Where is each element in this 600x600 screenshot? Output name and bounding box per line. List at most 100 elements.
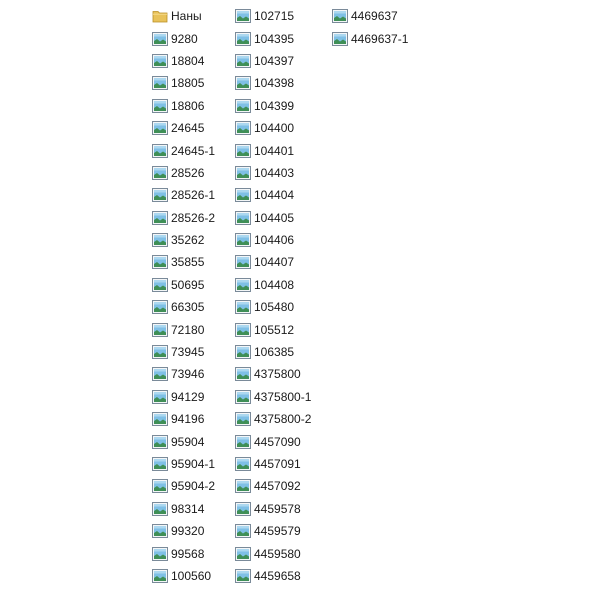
file-item[interactable]: 95904-2: [152, 475, 215, 497]
file-name-label: 24645-1: [171, 143, 216, 158]
file-item[interactable]: 99568: [152, 542, 215, 564]
file-item[interactable]: 28526-1: [152, 184, 215, 206]
image-file-icon: [152, 322, 171, 337]
file-item[interactable]: 4469637-1: [332, 27, 408, 49]
image-file-icon: [235, 233, 254, 248]
file-item[interactable]: 4457092: [235, 475, 311, 497]
file-item[interactable]: 104400: [235, 117, 311, 139]
image-file-icon: [235, 345, 254, 360]
file-item[interactable]: 100560: [152, 565, 215, 587]
file-item[interactable]: 95904: [152, 430, 215, 452]
image-file-icon: [152, 479, 171, 494]
file-name-label: 28526: [171, 165, 205, 180]
file-name-label: 28526-2: [171, 210, 216, 225]
file-item[interactable]: 104403: [235, 162, 311, 184]
image-file-icon: [152, 300, 171, 315]
file-name-label: 4457090: [254, 434, 301, 449]
file-item[interactable]: 104399: [235, 95, 311, 117]
file-name-label: 28526-1: [171, 188, 216, 203]
file-name-label: 95904-2: [171, 479, 216, 494]
file-name-label: 9280: [171, 31, 198, 46]
file-item[interactable]: 104406: [235, 229, 311, 251]
file-item[interactable]: 24645: [152, 117, 215, 139]
file-item[interactable]: 73946: [152, 363, 215, 385]
file-name-label: 104407: [254, 255, 295, 270]
image-file-icon: [152, 524, 171, 539]
file-item[interactable]: 104401: [235, 139, 311, 161]
file-name-label: 4469637: [351, 9, 398, 24]
file-name-label: 4375800-2: [254, 412, 312, 427]
file-item[interactable]: 35855: [152, 251, 215, 273]
image-file-icon: [235, 412, 254, 427]
file-item[interactable]: 4459580: [235, 542, 311, 564]
file-name-label: 102715: [254, 9, 295, 24]
file-item[interactable]: 106385: [235, 341, 311, 363]
file-name-label: 104398: [254, 76, 295, 91]
image-file-icon: [152, 412, 171, 427]
file-name-label: 104405: [254, 210, 295, 225]
file-name-label: 50695: [171, 277, 205, 292]
file-item[interactable]: 4457090: [235, 430, 311, 452]
file-item[interactable]: 18805: [152, 72, 215, 94]
file-item[interactable]: 104395: [235, 27, 311, 49]
file-item[interactable]: 18804: [152, 50, 215, 72]
image-file-icon: [152, 568, 171, 583]
file-item[interactable]: 28526-2: [152, 207, 215, 229]
file-item[interactable]: 105480: [235, 296, 311, 318]
image-file-icon: [235, 322, 254, 337]
file-name-label: 104397: [254, 53, 295, 68]
file-item[interactable]: 104398: [235, 72, 311, 94]
image-file-icon: [235, 479, 254, 494]
file-item[interactable]: 4457091: [235, 453, 311, 475]
file-item[interactable]: 99320: [152, 520, 215, 542]
image-file-icon: [152, 210, 171, 225]
file-name-label: 100560: [171, 568, 212, 583]
image-file-icon: [235, 300, 254, 315]
file-name-label: 18806: [171, 98, 205, 113]
file-item[interactable]: 28526: [152, 162, 215, 184]
file-item[interactable]: 104408: [235, 274, 311, 296]
folder-item[interactable]: Наны: [152, 5, 215, 27]
file-item[interactable]: 98314: [152, 498, 215, 520]
file-item[interactable]: 94196: [152, 408, 215, 430]
file-name-label: 104404: [254, 188, 295, 203]
file-item[interactable]: 102715: [235, 5, 311, 27]
file-name-label: 18805: [171, 76, 205, 91]
file-name-label: 104399: [254, 98, 295, 113]
file-item[interactable]: 35262: [152, 229, 215, 251]
file-item[interactable]: 4375800: [235, 363, 311, 385]
file-item[interactable]: 95904-1: [152, 453, 215, 475]
folder-icon: [152, 9, 171, 23]
file-item[interactable]: 9280: [152, 27, 215, 49]
file-item[interactable]: 24645-1: [152, 139, 215, 161]
file-item[interactable]: 4375800-1: [235, 386, 311, 408]
file-item[interactable]: 4375800-2: [235, 408, 311, 430]
file-item[interactable]: 50695: [152, 274, 215, 296]
file-name-label: 4457091: [254, 457, 301, 471]
file-name-label: 99320: [171, 524, 205, 539]
file-item[interactable]: 104404: [235, 184, 311, 206]
file-item[interactable]: 72180: [152, 318, 215, 340]
file-item[interactable]: 4459658: [235, 565, 311, 587]
file-item[interactable]: 73945: [152, 341, 215, 363]
file-item[interactable]: 105512: [235, 318, 311, 340]
image-file-icon: [235, 389, 254, 404]
file-name-label: 99568: [171, 546, 205, 561]
file-item[interactable]: 4469637: [332, 5, 408, 27]
image-file-icon: [235, 210, 254, 225]
file-item[interactable]: 66305: [152, 296, 215, 318]
file-name-label: 106385: [254, 345, 295, 360]
file-item[interactable]: 104397: [235, 50, 311, 72]
image-file-icon: [235, 255, 254, 270]
file-item[interactable]: 4459578: [235, 498, 311, 520]
file-item[interactable]: 104407: [235, 251, 311, 273]
image-file-icon: [152, 121, 171, 136]
file-name-label: 105480: [254, 300, 295, 315]
file-name-label: 35855: [171, 255, 205, 270]
file-item[interactable]: 104405: [235, 207, 311, 229]
file-item[interactable]: 4459579: [235, 520, 311, 542]
file-item[interactable]: 94129: [152, 386, 215, 408]
image-file-icon: [235, 98, 254, 113]
file-name-label: 73945: [171, 345, 205, 360]
file-item[interactable]: 18806: [152, 95, 215, 117]
